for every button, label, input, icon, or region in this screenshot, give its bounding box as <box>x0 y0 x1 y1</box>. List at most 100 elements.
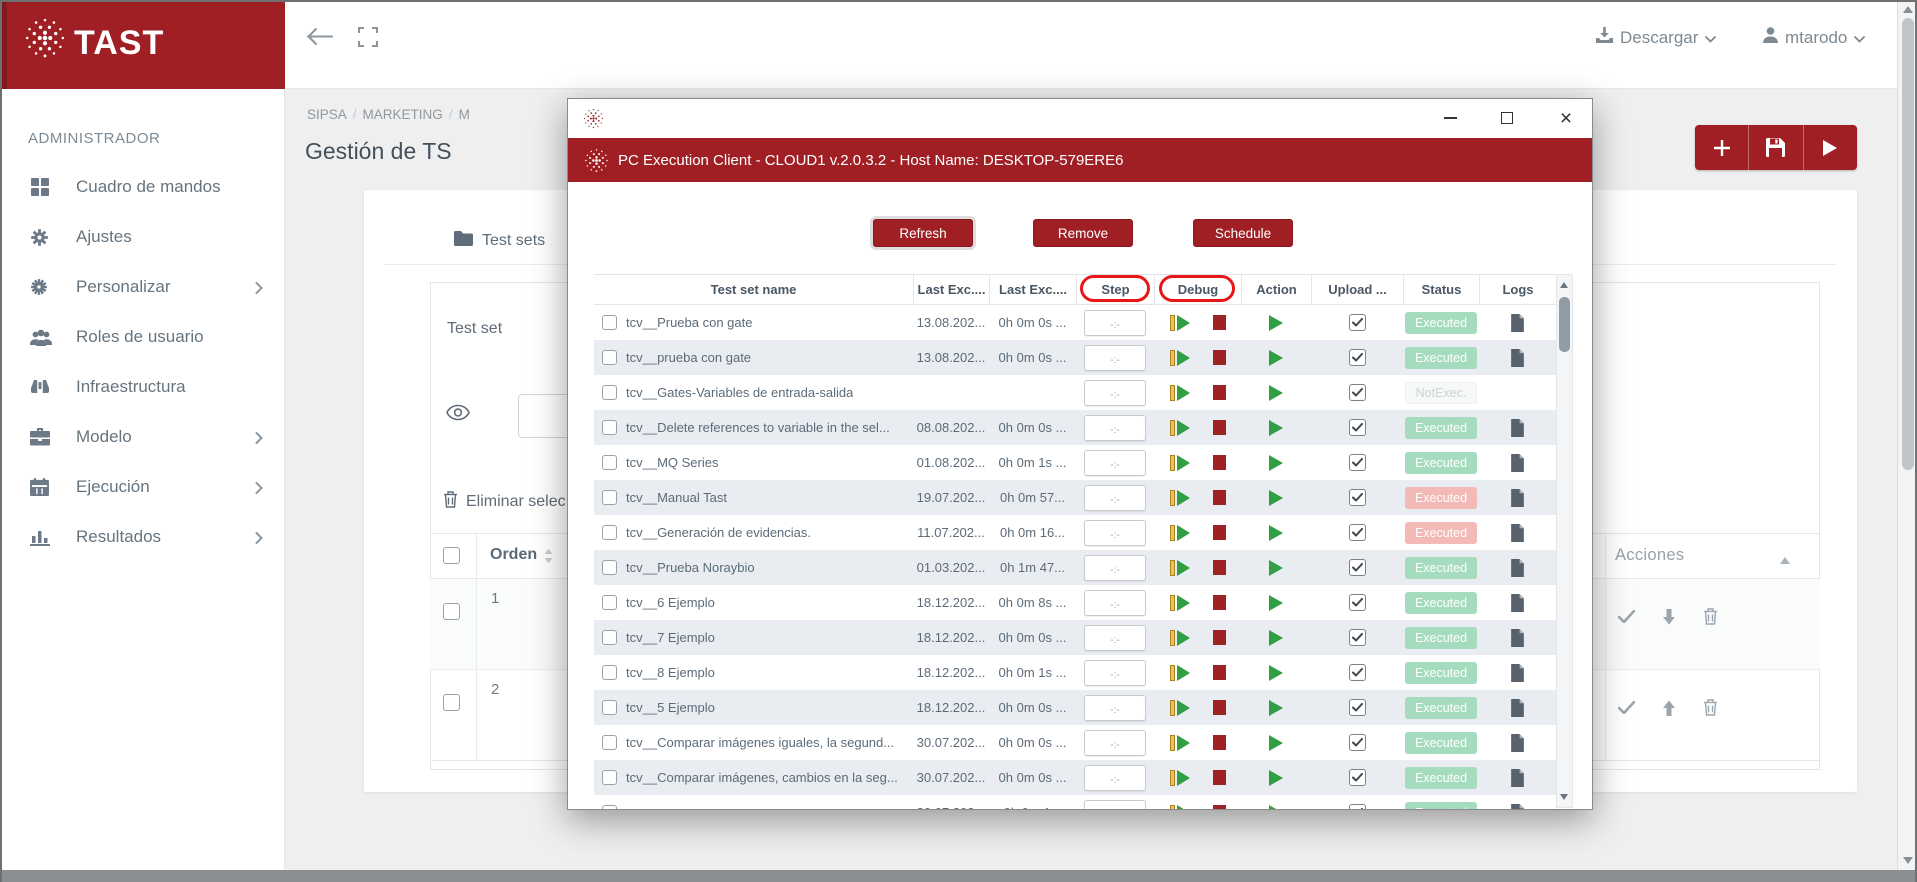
sidebar-item-modelo[interactable]: Modelo <box>0 412 285 462</box>
logs-icon[interactable] <box>1510 804 1525 810</box>
row-checkbox[interactable] <box>602 315 617 330</box>
stop-icon[interactable] <box>1213 770 1226 785</box>
row-checkbox[interactable] <box>602 420 617 435</box>
scrollbar-thumb[interactable] <box>1559 297 1570 352</box>
play-icon[interactable] <box>1269 490 1283 506</box>
debug-play-icon[interactable] <box>1170 315 1191 331</box>
upload-checkbox[interactable] <box>1349 769 1366 786</box>
eye-icon[interactable] <box>446 404 470 426</box>
header-upload[interactable]: Upload ... <box>1311 275 1403 304</box>
play-icon[interactable] <box>1269 700 1283 716</box>
upload-checkbox[interactable] <box>1349 314 1366 331</box>
orden-column-header[interactable]: Orden <box>490 546 537 564</box>
logs-icon[interactable] <box>1510 664 1525 682</box>
upload-checkbox[interactable] <box>1349 489 1366 506</box>
step-input[interactable]: -:- <box>1084 380 1146 406</box>
row-checkbox[interactable] <box>602 560 617 575</box>
remove-button[interactable]: Remove <box>1033 219 1133 247</box>
logs-icon[interactable] <box>1510 559 1525 577</box>
stop-icon[interactable] <box>1213 420 1226 435</box>
logs-icon[interactable] <box>1510 699 1525 717</box>
header-action[interactable]: Action <box>1241 275 1311 304</box>
stop-icon[interactable] <box>1213 630 1226 645</box>
play-icon[interactable] <box>1269 665 1283 681</box>
step-input[interactable]: -:- <box>1084 485 1146 511</box>
debug-play-icon[interactable] <box>1170 560 1191 576</box>
debug-play-icon[interactable] <box>1170 735 1191 751</box>
play-icon[interactable] <box>1269 525 1283 541</box>
upload-checkbox[interactable] <box>1349 629 1366 646</box>
move-down-icon[interactable] <box>1662 609 1676 625</box>
modal-titlebar[interactable]: × <box>568 99 1592 138</box>
upload-checkbox[interactable] <box>1349 349 1366 366</box>
step-input[interactable]: -:- <box>1084 415 1146 441</box>
step-input[interactable]: -:- <box>1084 800 1146 810</box>
run-button[interactable] <box>1803 125 1857 170</box>
play-icon[interactable] <box>1269 595 1283 611</box>
debug-play-icon[interactable] <box>1170 770 1191 786</box>
back-arrow-icon[interactable] <box>306 27 333 51</box>
row-checkbox[interactable] <box>602 770 617 785</box>
upload-checkbox[interactable] <box>1349 734 1366 751</box>
row-checkbox[interactable] <box>602 490 617 505</box>
table-scrollbar[interactable] <box>1556 274 1573 808</box>
play-icon[interactable] <box>1269 560 1283 576</box>
row-checkbox[interactable] <box>443 694 460 711</box>
header-test-set-name[interactable]: Test set name <box>594 275 913 304</box>
step-input[interactable]: -:- <box>1084 660 1146 686</box>
fullscreen-icon[interactable] <box>358 27 378 52</box>
play-icon[interactable] <box>1269 385 1283 401</box>
stop-icon[interactable] <box>1213 735 1226 750</box>
maximize-button[interactable] <box>1491 103 1523 133</box>
logs-icon[interactable] <box>1510 314 1525 332</box>
step-input[interactable]: -:- <box>1084 450 1146 476</box>
row-checkbox[interactable] <box>443 603 460 620</box>
debug-play-icon[interactable] <box>1170 350 1191 366</box>
header-last-exec-date[interactable]: Last Exc.... <box>913 275 989 304</box>
row-checkbox[interactable] <box>602 385 617 400</box>
breadcrumb-item[interactable]: SIPSA <box>307 107 347 122</box>
sidebar-item-roles-de-usuario[interactable]: Roles de usuario <box>0 312 285 362</box>
upload-checkbox[interactable] <box>1349 664 1366 681</box>
sidebar-item-ajustes[interactable]: Ajustes <box>0 212 285 262</box>
scrollbar-thumb[interactable] <box>1902 18 1914 470</box>
row-checkbox[interactable] <box>602 805 617 809</box>
play-icon[interactable] <box>1269 420 1283 436</box>
step-input[interactable]: -:- <box>1084 730 1146 756</box>
breadcrumb-item[interactable]: M <box>459 107 470 122</box>
debug-play-icon[interactable] <box>1170 665 1191 681</box>
upload-checkbox[interactable] <box>1349 419 1366 436</box>
scroll-down-icon[interactable] <box>1903 857 1913 864</box>
stop-icon[interactable] <box>1213 315 1226 330</box>
debug-play-icon[interactable] <box>1170 455 1191 471</box>
step-input[interactable]: -:- <box>1084 625 1146 651</box>
stop-icon[interactable] <box>1213 350 1226 365</box>
debug-play-icon[interactable] <box>1170 385 1191 401</box>
sidebar-item-ejecucion[interactable]: Ejecución <box>0 462 285 512</box>
step-input[interactable]: -:- <box>1084 345 1146 371</box>
logs-icon[interactable] <box>1510 454 1525 472</box>
play-icon[interactable] <box>1269 455 1283 471</box>
header-last-exec-duration[interactable]: Last Exc.... <box>989 275 1076 304</box>
upload-checkbox[interactable] <box>1349 454 1366 471</box>
acciones-column-header[interactable]: Acciones <box>1615 546 1684 565</box>
select-all-checkbox[interactable] <box>443 547 460 564</box>
step-input[interactable]: -:- <box>1084 555 1146 581</box>
logs-icon[interactable] <box>1510 629 1525 647</box>
logs-icon[interactable] <box>1510 349 1525 367</box>
stop-icon[interactable] <box>1213 385 1226 400</box>
step-input[interactable]: -:- <box>1084 520 1146 546</box>
confirm-icon[interactable] <box>1618 610 1635 623</box>
sidebar-item-infraestructura[interactable]: Infraestructura <box>0 362 285 412</box>
stop-icon[interactable] <box>1213 700 1226 715</box>
stop-icon[interactable] <box>1213 525 1226 540</box>
sidebar-item-cuadro-de-mandos[interactable]: Cuadro de mandos <box>0 162 285 212</box>
header-status[interactable]: Status <box>1403 275 1479 304</box>
sort-asc-icon[interactable] <box>1780 551 1790 569</box>
stop-icon[interactable] <box>1213 455 1226 470</box>
schedule-button[interactable]: Schedule <box>1193 219 1293 247</box>
scroll-down-icon[interactable] <box>1560 794 1568 800</box>
debug-play-icon[interactable] <box>1170 420 1191 436</box>
step-input[interactable]: -:- <box>1084 590 1146 616</box>
header-step[interactable]: Step <box>1076 275 1154 304</box>
